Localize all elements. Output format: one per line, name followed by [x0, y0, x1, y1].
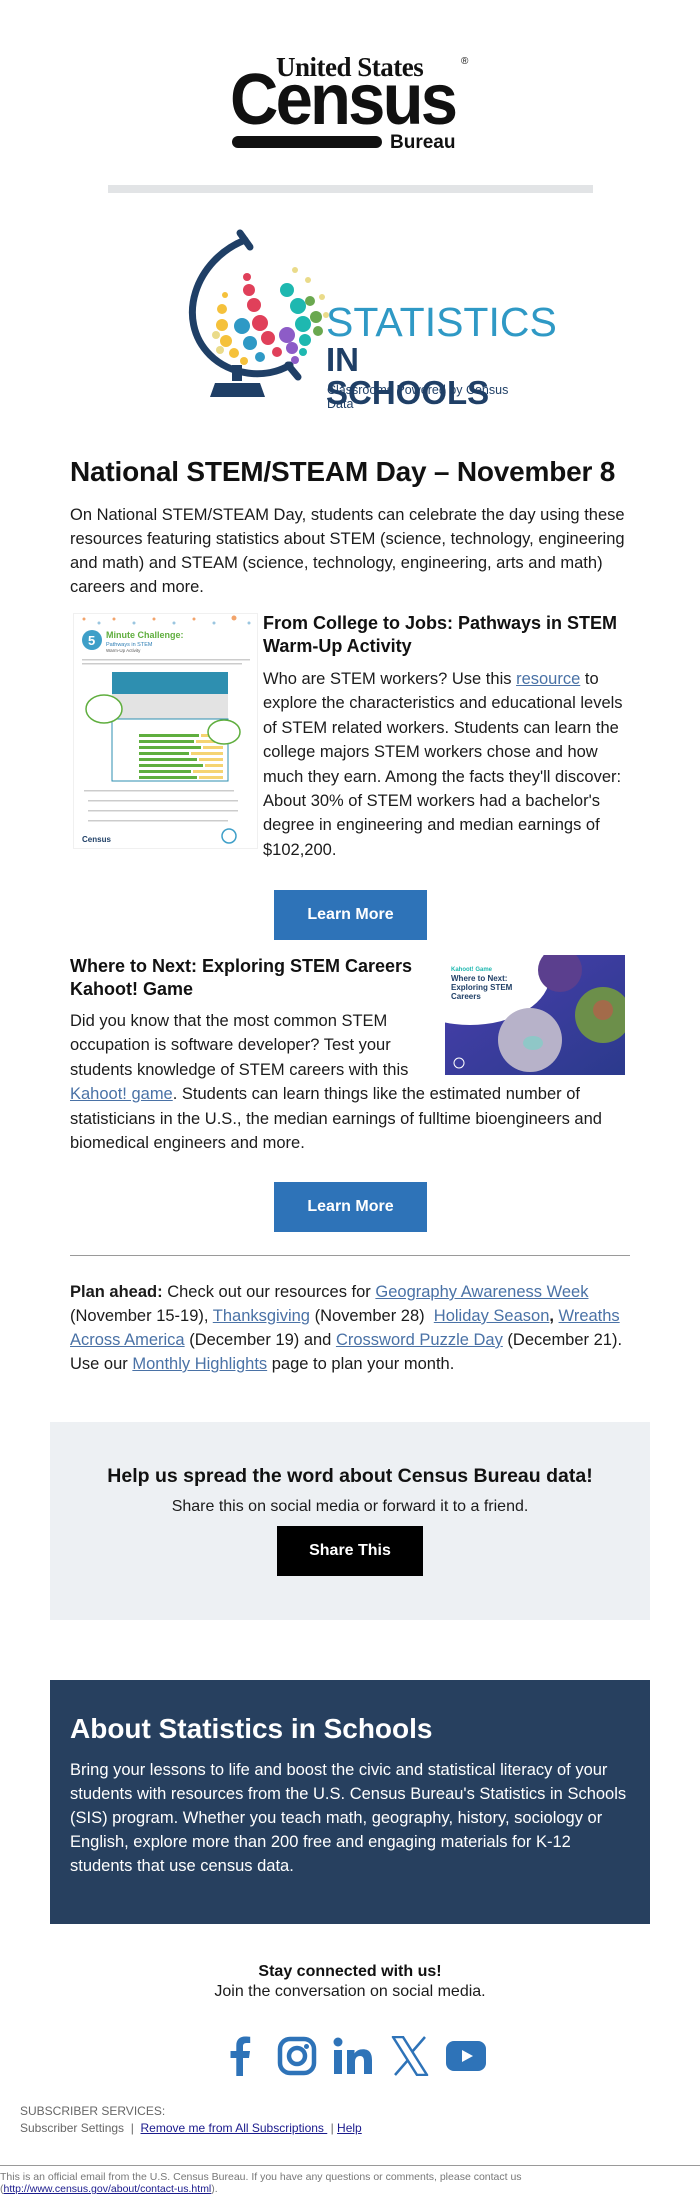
crossword-puzzle-day-link[interactable]: Crossword Puzzle Day [336, 1331, 503, 1349]
legal-text: This is an official email from the U.S. … [0, 2171, 522, 2183]
share-title: Help us spread the word about Census Bur… [107, 1465, 593, 1487]
svg-text:Minute Challenge:: Minute Challenge: [106, 630, 184, 640]
separator: | [327, 2121, 338, 2135]
svg-text:Warm-Up Activity: Warm-Up Activity [106, 648, 141, 653]
share-this-button[interactable]: Share This [277, 1526, 423, 1576]
svg-text:5: 5 [88, 633, 95, 648]
sis-logo-tagline: Classrooms Powered by Census Data [327, 383, 509, 411]
college-to-jobs-thumbnail[interactable]: 5 Minute Challenge: Pathways in STEM War… [73, 613, 258, 849]
plan-text: (December 19) and [184, 1331, 336, 1349]
help-link[interactable]: Help [337, 2121, 362, 2135]
paren: ). [211, 2183, 218, 2195]
image-spacer [440, 1009, 640, 1081]
page-title: National STEM/STEAM Day – November 8 [70, 456, 616, 487]
section-body-where-to-next: Did you know that the most common STEM o… [70, 1009, 640, 1155]
subscriber-services-label: SUBSCRIBER SERVICES: [20, 2104, 166, 2118]
footer-divider [0, 2165, 700, 2166]
plan-ahead-paragraph: Plan ahead: Check out our resources for … [70, 1280, 630, 1376]
body-text: Who are STEM workers? Use this [263, 670, 517, 688]
holiday-season-link[interactable]: Holiday Season [434, 1307, 550, 1325]
activity-sheet-preview: 5 Minute Challenge: Pathways in STEM War… [82, 615, 251, 844]
sis-logo-statistics: STATISTICS [326, 299, 557, 345]
facebook-icon[interactable] [218, 2034, 262, 2078]
contact-us-link[interactable]: http://www.census.gov/about/contact-us.h… [4, 2183, 212, 2195]
resource-link[interactable]: resource [516, 670, 580, 688]
section-title-where-to-next: Where to Next: Exploring STEM Careers Ka… [70, 956, 413, 999]
instagram-icon[interactable] [275, 2034, 319, 2078]
stay-connected-heading: Stay connected with us! [258, 1963, 442, 1980]
kahoot-kicker: Kahoot! Game [451, 967, 493, 973]
plan-text: Check out our resources for [162, 1283, 376, 1301]
social-links [218, 2033, 488, 2079]
about-body: Bring your lessons to life and boost the… [70, 1761, 627, 1875]
plan-text: (November 28) [310, 1307, 434, 1325]
youtube-icon[interactable] [444, 2034, 488, 2078]
body-text: Did you know that the most common STEM o… [70, 1012, 409, 1079]
stay-connected-subtitle: Join the conversation on social media. [214, 1983, 486, 2000]
logo-registered-mark: ® [461, 56, 469, 67]
section-divider [70, 1255, 630, 1256]
unsubscribe-all-link[interactable]: Remove me from All Subscriptions [141, 2121, 328, 2135]
svg-text:Exploring STEM: Exploring STEM [451, 983, 513, 992]
section-title-college-to-jobs: From College to Jobs: Pathways in STEM W… [263, 613, 618, 656]
legal-notice: This is an official email from the U.S. … [0, 2171, 700, 2195]
body-text: to explore the characteristics and educa… [263, 670, 623, 859]
logo-census: Census [230, 60, 458, 140]
geography-awareness-week-link[interactable]: Geography Awareness Week [375, 1283, 588, 1301]
plan-text: (November 15-19), [70, 1307, 213, 1325]
svg-text:Where to Next:: Where to Next: [451, 974, 507, 983]
plan-text: , [549, 1307, 559, 1325]
subscriber-services: SUBSCRIBER SERVICES: Subscriber Settings… [20, 2103, 362, 2137]
thanksgiving-link[interactable]: Thanksgiving [213, 1307, 310, 1325]
share-subtitle: Share this on social media or forward it… [171, 1498, 529, 1515]
about-title: About Statistics in Schools [70, 1713, 433, 1744]
separator: | [124, 2121, 141, 2135]
header-divider [108, 185, 593, 193]
learn-more-button-kahoot[interactable]: Learn More [274, 1182, 427, 1232]
svg-text:Careers: Careers [451, 992, 481, 1001]
census-bureau-logo[interactable]: United States ® Census Bureau [230, 52, 470, 153]
section-body-college-to-jobs: Who are STEM workers? Use this resource … [263, 667, 635, 862]
globe-icon [189, 229, 329, 397]
monthly-highlights-link[interactable]: Monthly Highlights [132, 1355, 267, 1373]
kahoot-game-link[interactable]: Kahoot! game [70, 1085, 173, 1103]
intro-paragraph: On National STEM/STEAM Day, students can… [70, 506, 625, 596]
subscriber-settings-link[interactable]: Subscriber Settings [20, 2121, 124, 2135]
logo-bureau: Bureau [390, 132, 456, 153]
linkedin-icon[interactable] [331, 2034, 375, 2078]
about-panel: About Statistics in Schools Bring your l… [50, 1680, 650, 1924]
statistics-in-schools-logo[interactable]: STATISTICS IN SCHOOLS Classrooms Powered… [170, 225, 557, 411]
share-panel: Help us spread the word about Census Bur… [50, 1422, 650, 1620]
x-icon[interactable] [388, 2034, 432, 2078]
svg-text:Census: Census [82, 835, 111, 844]
plan-ahead-label: Plan ahead: [70, 1283, 163, 1301]
plan-text: page to plan your month. [267, 1355, 455, 1373]
logo-bar [232, 136, 382, 148]
learn-more-button-college-to-jobs[interactable]: Learn More [274, 890, 427, 940]
